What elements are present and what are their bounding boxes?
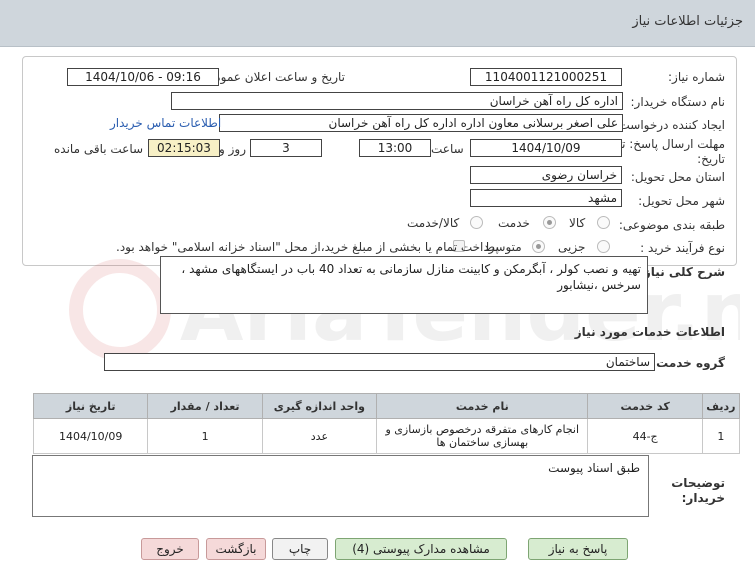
city-field: مشهد	[470, 189, 622, 207]
announce-date-field: 1404/10/06 - 09:16	[67, 68, 219, 86]
notes-label: توضیحات خریدار:	[671, 476, 725, 505]
process-label: نوع فرآیند خرید :	[640, 241, 725, 255]
province-label: استان محل تحویل:	[630, 170, 725, 184]
back-button[interactable]: بازگشت	[206, 538, 266, 560]
header-title-area: جزئیات اطلاعات نیاز	[563, 0, 743, 46]
col-row: ردیف	[701, 393, 741, 419]
province-field: خراسان رضوی	[470, 166, 622, 184]
services-section-title: اطلاعات خدمات مورد نیاز	[574, 325, 725, 339]
col-date: تاریخ نیاز	[32, 393, 149, 419]
process-radio-medium[interactable]	[532, 240, 545, 253]
announce-date-label: تاریخ و ساعت اعلان عمومی:	[200, 70, 345, 84]
need-number-label: شماره نیاز:	[668, 70, 725, 84]
exit-button[interactable]: خروج	[141, 538, 199, 560]
cell-qty: 1	[147, 418, 263, 454]
summary-label: شرح کلی نیاز:	[639, 265, 725, 279]
category-label: طبقه بندی موضوعی:	[618, 218, 725, 232]
page-title: جزئیات اطلاعات نیاز	[632, 14, 743, 29]
payment-note: پرداخت تمام یا بخشی از مبلغ خرید،از محل …	[116, 240, 499, 254]
col-qty: تعداد / مقدار	[147, 393, 263, 419]
service-group-field: ساختمان	[104, 353, 655, 371]
remaining-time-label: ساعت باقی مانده	[54, 142, 144, 156]
deadline-date-field: 1404/10/09	[470, 139, 622, 157]
table-header-row: ردیف کد خدمت نام خدمت واحد اندازه گیری ت…	[32, 393, 741, 419]
category-radio-goods[interactable]	[597, 216, 610, 229]
buyer-contact-link[interactable]: اطلاعات تماس خریدار	[110, 116, 221, 130]
deadline-label: مهلت ارسال پاسخ: تا تاریخ:	[618, 137, 725, 166]
col-name: نام خدمت	[376, 393, 589, 419]
process-option-minor: جزیی	[558, 240, 586, 254]
service-group-label: گروه خدمت:	[651, 356, 725, 370]
category-option-service: خدمت	[498, 216, 530, 230]
col-unit: واحد اندازه گیری	[261, 393, 378, 419]
services-table: ردیف کد خدمت نام خدمت واحد اندازه گیری ت…	[32, 393, 741, 454]
days-remaining-field: 3	[250, 139, 322, 157]
need-number-field: 1104001121000251	[470, 68, 622, 86]
cell-name: انجام کارهای متفرقه درخصوص بازسازی و بهس…	[376, 418, 589, 454]
city-label: شهر محل تحویل:	[638, 194, 725, 208]
col-code: کد خدمت	[587, 393, 703, 419]
table-row: 1 ج-44 انجام کارهای متفرقه درخصوص بازساز…	[32, 418, 741, 454]
creator-label: ایجاد کننده درخواست:	[614, 118, 725, 132]
print-button[interactable]: چاپ	[272, 538, 328, 560]
remaining-time-field: 02:15:03	[148, 139, 220, 157]
buyer-org-field: اداره کل راه آهن خراسان	[171, 92, 623, 110]
days-label: روز و	[219, 142, 246, 156]
deadline-time-field: 13:00	[359, 139, 431, 157]
notes-text: طبق اسناد پیوست	[32, 455, 649, 517]
page-header: جزئیات اطلاعات نیاز	[0, 0, 755, 47]
category-radio-service[interactable]	[543, 216, 556, 229]
category-option-goods: کالا	[569, 216, 586, 230]
process-radio-minor[interactable]	[597, 240, 610, 253]
cell-row: 1	[701, 418, 741, 454]
cell-code: ج-44	[587, 418, 703, 454]
reply-button[interactable]: پاسخ به نیاز	[528, 538, 628, 560]
creator-field: علی اصغر برسلانی معاون اداره اداره کل را…	[219, 114, 623, 132]
category-radio-both[interactable]	[470, 216, 483, 229]
deadline-time-label: ساعت	[431, 142, 464, 156]
category-option-both: کالا/خدمت	[407, 216, 460, 230]
cell-unit: عدد	[261, 418, 378, 454]
summary-text: تهیه و نصب کولر ، آبگرمکن و کابینت منازل…	[160, 256, 648, 314]
cell-date: 1404/10/09	[32, 418, 149, 454]
buyer-org-label: نام دستگاه خریدار:	[630, 95, 726, 109]
view-attachments-button[interactable]: مشاهده مدارک پیوستی (4)	[335, 538, 507, 560]
